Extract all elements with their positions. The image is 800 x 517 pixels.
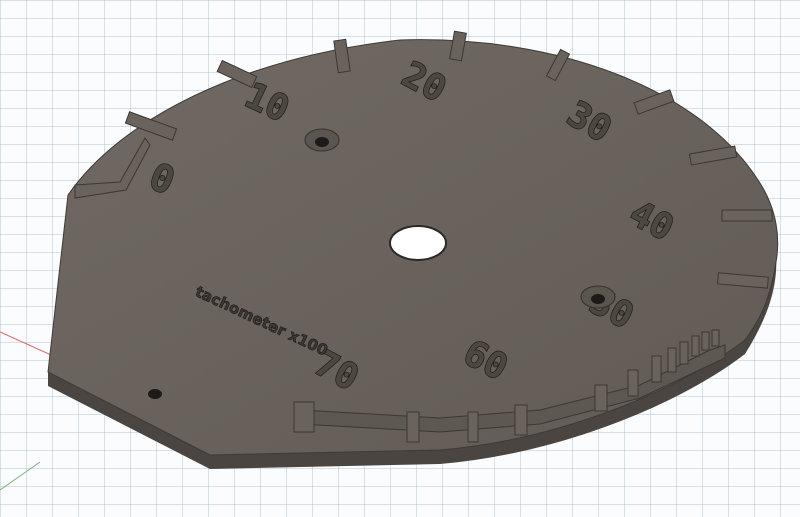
center-hole[interactable] bbox=[389, 225, 447, 261]
tick-mark bbox=[594, 384, 608, 412]
tick-mark bbox=[627, 369, 639, 397]
tick-mark bbox=[721, 209, 773, 222]
tick-mark bbox=[467, 411, 479, 443]
3d-model-scene[interactable]: 0 10 20 30 40 50 60 70 tachometer x100 bbox=[0, 0, 800, 517]
tick-mark bbox=[514, 404, 528, 436]
tick-mark bbox=[701, 331, 710, 351]
mount-hole[interactable] bbox=[315, 137, 329, 147]
mount-hole[interactable] bbox=[148, 389, 162, 399]
tick-mark bbox=[679, 341, 689, 365]
tick-mark bbox=[293, 401, 315, 433]
tick-mark bbox=[406, 411, 420, 443]
tick-mark bbox=[651, 355, 662, 383]
mount-hole[interactable] bbox=[591, 294, 605, 304]
tick-mark bbox=[691, 335, 700, 357]
modeling-viewport[interactable]: 0 10 20 30 40 50 60 70 tachometer x100 bbox=[0, 0, 800, 517]
tick-mark bbox=[667, 347, 677, 373]
tick-mark bbox=[711, 329, 720, 347]
y-axis-line bbox=[0, 461, 41, 491]
